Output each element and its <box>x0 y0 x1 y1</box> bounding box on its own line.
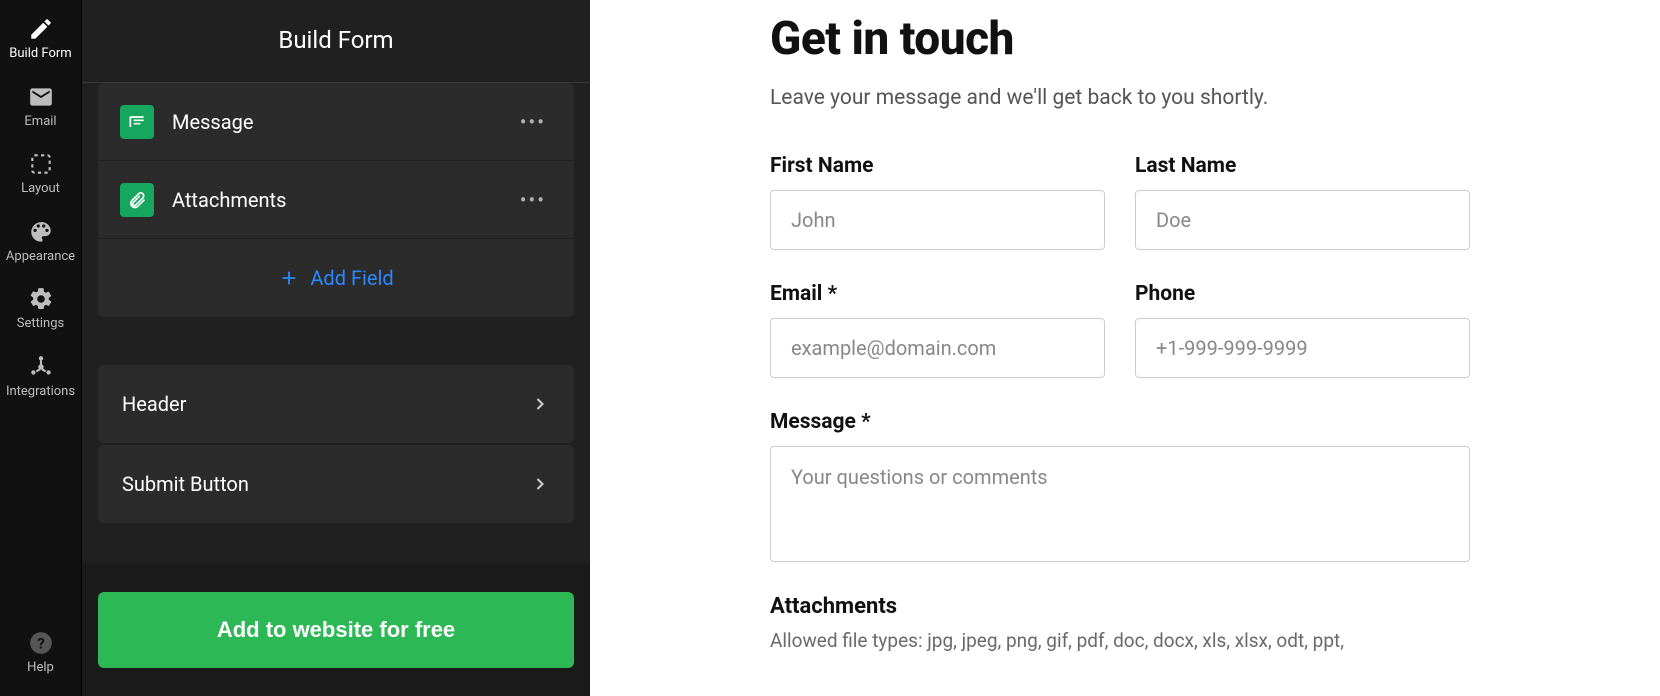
rail-label: Build Form <box>9 46 71 62</box>
hub-icon <box>28 354 54 380</box>
rail-label: Help <box>27 660 54 676</box>
panel-footer: Add to website for free <box>82 564 590 696</box>
attachments-help: Allowed file types: jpg, jpeg, png, gif,… <box>770 627 1470 656</box>
pencil-icon <box>28 16 54 42</box>
section-label: Header <box>122 392 530 416</box>
sidebar-rail: Build Form Email Layout Appearance Setti… <box>0 0 82 696</box>
layout-icon <box>28 151 54 177</box>
add-to-website-button[interactable]: Add to website for free <box>98 592 574 668</box>
help-icon: ? <box>28 630 54 656</box>
rail-label: Layout <box>21 181 60 197</box>
add-field-label: Add Field <box>310 266 393 290</box>
rail-label: Integrations <box>6 384 75 400</box>
rail-help[interactable]: ? Help <box>0 620 82 696</box>
field-label: Attachments <box>172 188 514 212</box>
rail-label: Email <box>24 114 56 130</box>
message-label: Message * <box>770 410 1470 434</box>
section-header[interactable]: Header <box>98 365 574 443</box>
field-group: Message ••• Attachments ••• Add Field <box>98 83 574 317</box>
rail-label: Appearance <box>6 249 75 265</box>
rail-integrations[interactable]: Integrations <box>0 344 82 412</box>
paperclip-icon <box>120 183 154 217</box>
attachments-label: Attachments <box>770 594 1470 619</box>
form-title: Get in touch <box>770 12 1470 66</box>
chevron-right-icon <box>530 394 550 414</box>
message-textarea[interactable] <box>770 446 1470 562</box>
builder-panel: Build Form Message ••• Attachments ••• <box>82 0 590 696</box>
more-icon[interactable]: ••• <box>514 188 552 212</box>
rail-email[interactable]: Email <box>0 74 82 142</box>
first-name-label: First Name <box>770 154 1105 178</box>
panel-scroll[interactable]: Message ••• Attachments ••• Add Field He… <box>82 83 590 564</box>
rail-appearance[interactable]: Appearance <box>0 209 82 277</box>
section-submit-button[interactable]: Submit Button <box>98 445 574 523</box>
rail-settings[interactable]: Settings <box>0 276 82 344</box>
form-preview: Get in touch Leave your message and we'l… <box>590 0 1660 696</box>
palette-icon <box>28 219 54 245</box>
last-name-input[interactable] <box>1135 190 1470 250</box>
phone-label: Phone <box>1135 282 1470 306</box>
rail-layout[interactable]: Layout <box>0 141 82 209</box>
panel-title: Build Form <box>82 0 590 83</box>
section-group: Header Submit Button <box>98 365 574 523</box>
field-item-attachments[interactable]: Attachments ••• <box>98 161 574 239</box>
rail-label: Settings <box>17 316 64 332</box>
section-label: Submit Button <box>122 472 530 496</box>
form-subtitle: Leave your message and we'll get back to… <box>770 86 1470 110</box>
plus-icon <box>278 267 300 289</box>
email-input[interactable] <box>770 318 1105 378</box>
textarea-icon <box>120 105 154 139</box>
gear-icon <box>28 286 54 312</box>
chevron-right-icon <box>530 474 550 494</box>
field-label: Message <box>172 110 514 134</box>
rail-build-form[interactable]: Build Form <box>0 6 82 74</box>
field-item-message[interactable]: Message ••• <box>98 83 574 161</box>
mail-icon <box>28 84 54 110</box>
email-label: Email * <box>770 282 1105 306</box>
last-name-label: Last Name <box>1135 154 1470 178</box>
first-name-input[interactable] <box>770 190 1105 250</box>
add-field-button[interactable]: Add Field <box>98 239 574 317</box>
more-icon[interactable]: ••• <box>514 110 552 134</box>
svg-text:?: ? <box>37 635 45 653</box>
phone-input[interactable] <box>1135 318 1470 378</box>
